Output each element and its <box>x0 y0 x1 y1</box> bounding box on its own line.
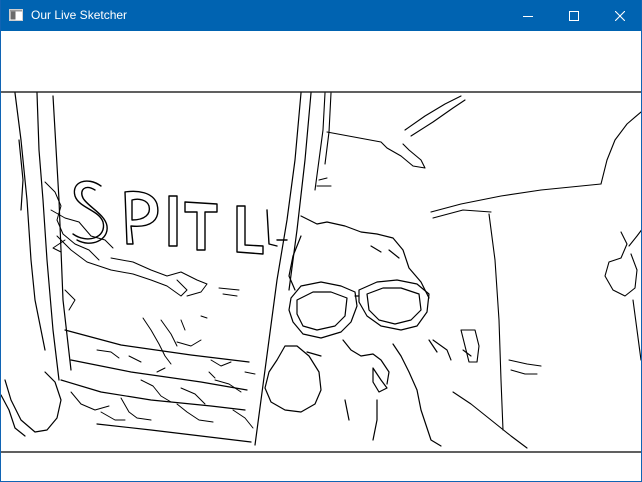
window-title: Our Live Sketcher <box>31 8 128 22</box>
app-window: Our Live Sketcher <box>0 0 642 482</box>
window-app-icon <box>9 9 23 21</box>
close-icon <box>615 10 625 21</box>
poster-lettering <box>72 180 288 255</box>
sketch-canvas <box>1 91 641 453</box>
poster-details <box>44 181 256 429</box>
poster-outline <box>1 92 312 446</box>
maximize-button[interactable] <box>551 0 597 31</box>
minimize-button[interactable] <box>505 0 551 31</box>
title-bar[interactable]: Our Live Sketcher <box>1 0 641 31</box>
face-sketch <box>264 215 442 447</box>
maximize-icon <box>569 10 579 21</box>
client-area <box>1 31 641 481</box>
background-details <box>314 92 641 449</box>
close-button[interactable] <box>597 0 641 31</box>
minimize-icon <box>523 15 533 17</box>
